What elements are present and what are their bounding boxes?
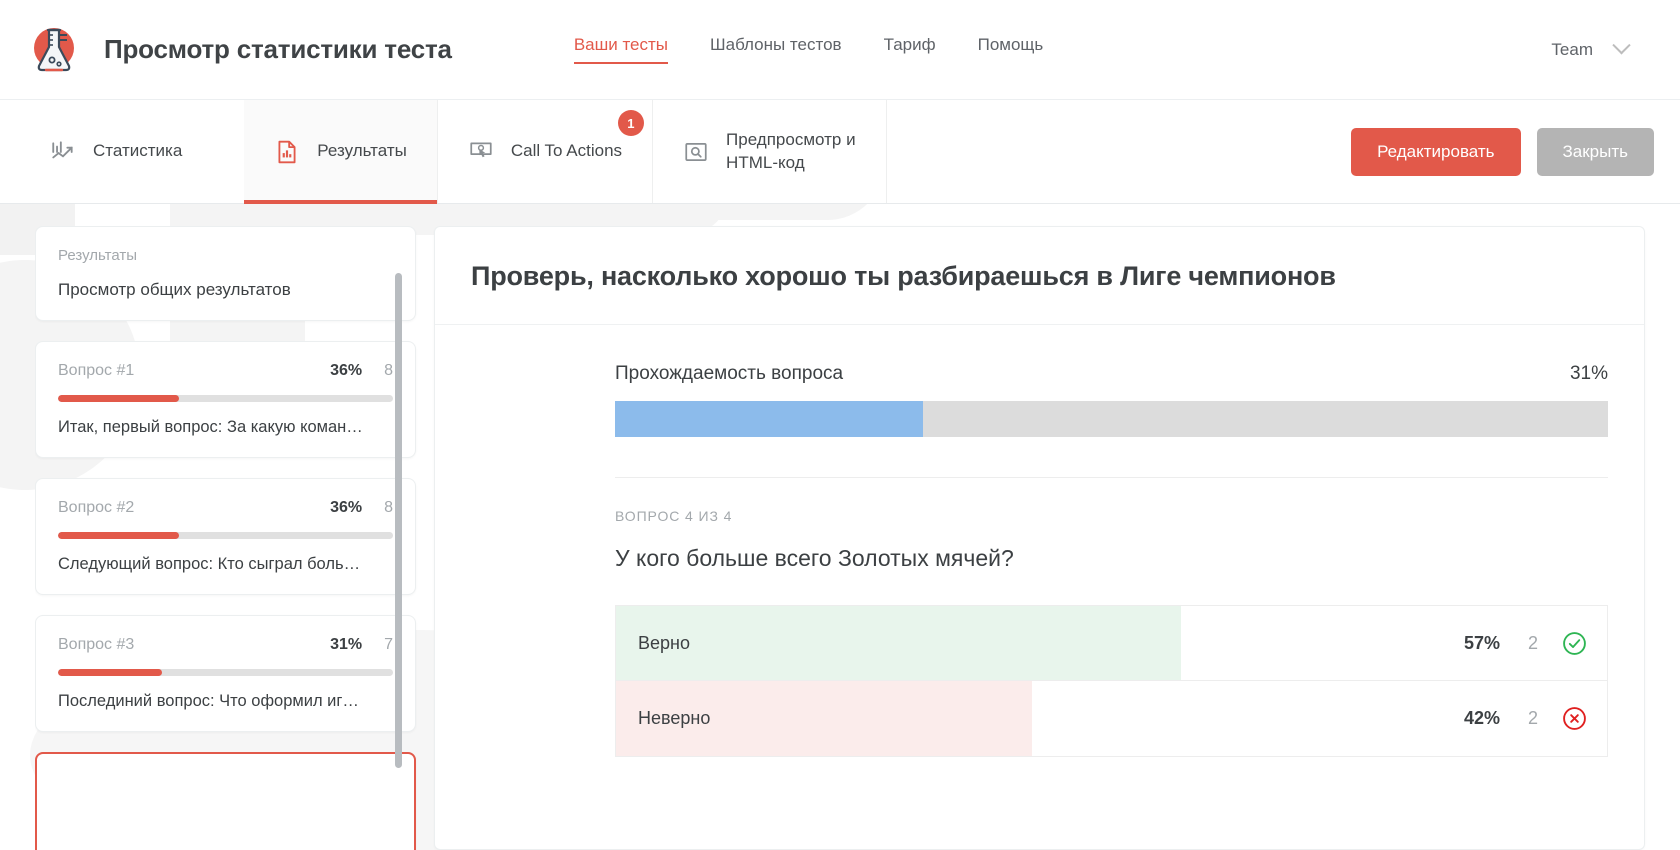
answer-row-wrong: Неверно 42% 2 [616, 681, 1607, 756]
question-progress-bar [58, 669, 393, 676]
panel-body: Прохождаемость вопроса 31% ВОПРОС 4 ИЗ 4… [435, 325, 1644, 757]
question-text: Следующий вопрос: Кто сыграл боль… [58, 555, 361, 573]
overview-kicker: Результаты [58, 247, 137, 264]
preview-search-icon [683, 139, 709, 165]
question-progress-bar [58, 395, 393, 402]
question-percent: 36% [330, 362, 363, 379]
answer-text: Верно [638, 632, 690, 653]
question-text: Послединий вопрос: Что оформил иг… [58, 692, 359, 710]
question-count: 8 [384, 499, 393, 516]
answers-table: Верно 57% 2 Неверно 42% 2 [615, 605, 1608, 757]
results-sidebar: Результаты Просмотр общих результатов Во… [0, 226, 420, 850]
chevron-down-icon [1612, 36, 1631, 55]
question-count: 8 [384, 362, 393, 379]
tab-results[interactable]: Результаты [244, 100, 438, 204]
account-label: Team [1551, 39, 1593, 59]
content-area: Результаты Просмотр общих результатов Во… [0, 204, 1680, 850]
sidebar-item-question-2[interactable]: Вопрос #2 36% 8 Следующий вопрос: Кто сы… [35, 478, 416, 595]
question-position-label: ВОПРОС 4 ИЗ 4 [615, 508, 733, 524]
tab-badge-count: 1 [617, 110, 644, 136]
tab-label-statistics: Статистика [93, 141, 183, 161]
answer-count: 2 [1527, 632, 1538, 653]
pass-rate-row: Прохождаемость вопроса 31% [615, 363, 1608, 385]
nav-item-pricing[interactable]: Тариф [884, 35, 936, 64]
answer-count: 2 [1527, 708, 1538, 728]
results-document-icon [274, 139, 300, 165]
tab-preview-html[interactable]: Предпросмотр и HTML-код [653, 100, 887, 203]
close-button[interactable]: Закрыть [1536, 127, 1654, 176]
question-count: 7 [384, 636, 393, 653]
question-percent: 36% [330, 499, 363, 516]
pass-rate-label: Прохождаемость вопроса [615, 363, 844, 384]
question-label: Вопрос #3 [58, 636, 135, 653]
edit-button[interactable]: Редактировать [1351, 127, 1521, 176]
pass-rate-bar [615, 401, 1608, 437]
cross-circle-icon [1562, 706, 1587, 731]
tab-label-preview-html: Предпросмотр и HTML-код [726, 130, 856, 172]
answer-text: Неверно [638, 708, 711, 728]
answer-row-correct: Верно 57% 2 [616, 606, 1607, 681]
tab-action-buttons: Редактировать Закрыть [1351, 100, 1680, 203]
sidebar-item-question-1[interactable]: Вопрос #1 36% 8 Итак, первый вопрос: За … [35, 341, 416, 458]
section-tabs: Статистика Результаты Call To Actions 1 [0, 100, 1680, 204]
top-navigation: Ваши тесты Шаблоны тестов Тариф Помощь [573, 35, 1044, 64]
overview-title: Просмотр общих результатов [58, 280, 291, 299]
tab-statistics[interactable]: Статистика [0, 100, 244, 203]
check-circle-icon [1562, 631, 1587, 656]
chart-statistics-icon [50, 139, 76, 165]
app-header: Просмотр статистики теста Ваши тесты Шаб… [0, 0, 1680, 100]
brand: Просмотр статистики теста [26, 22, 452, 78]
question-label: Вопрос #2 [58, 499, 135, 516]
sidebar-item-overview[interactable]: Результаты Просмотр общих результатов [35, 226, 416, 321]
section-divider [615, 477, 1608, 478]
nav-item-your-tests[interactable]: Ваши тесты [573, 35, 669, 64]
tab-label-call-to-actions: Call To Actions [510, 141, 623, 161]
answer-percent: 57% [1463, 632, 1500, 653]
results-main: Проверь, насколько хорошо ты разбираешьс… [420, 226, 1680, 850]
current-question-title: У кого больше всего Золотых мячей? [615, 545, 1014, 571]
question-percent: 31% [330, 636, 363, 653]
nav-item-test-templates[interactable]: Шаблоны тестов [710, 35, 842, 64]
test-title: Проверь, насколько хорошо ты разбираешьс… [471, 261, 1336, 291]
sidebar-item-question-4-selected[interactable] [35, 752, 416, 850]
question-text: Итак, первый вопрос: За какую коман… [58, 418, 363, 436]
flask-icon [26, 22, 82, 78]
sidebar-scrollbar-track[interactable] [395, 248, 402, 842]
account-menu[interactable]: Team [1551, 36, 1658, 60]
page-title: Просмотр статистики теста [104, 34, 452, 64]
sidebar-scrollbar-thumb[interactable] [395, 273, 402, 768]
results-panel: Проверь, насколько хорошо ты разбираешьс… [434, 226, 1645, 850]
pass-rate-value: 31% [1569, 363, 1608, 384]
question-label: Вопрос #1 [58, 362, 135, 379]
answer-percent: 42% [1463, 708, 1500, 728]
question-progress-bar [58, 532, 393, 539]
sidebar-scroll-region[interactable]: Результаты Просмотр общих результатов Во… [35, 226, 420, 850]
tab-call-to-actions[interactable]: Call To Actions 1 [438, 100, 654, 203]
sidebar-item-question-3[interactable]: Вопрос #3 31% 7 Послединий вопрос: Что о… [35, 615, 416, 732]
panel-header: Проверь, насколько хорошо ты разбираешьс… [435, 227, 1644, 325]
cursor-click-icon [468, 139, 494, 165]
nav-item-help[interactable]: Помощь [978, 35, 1044, 64]
tab-label-results: Результаты [317, 141, 407, 161]
